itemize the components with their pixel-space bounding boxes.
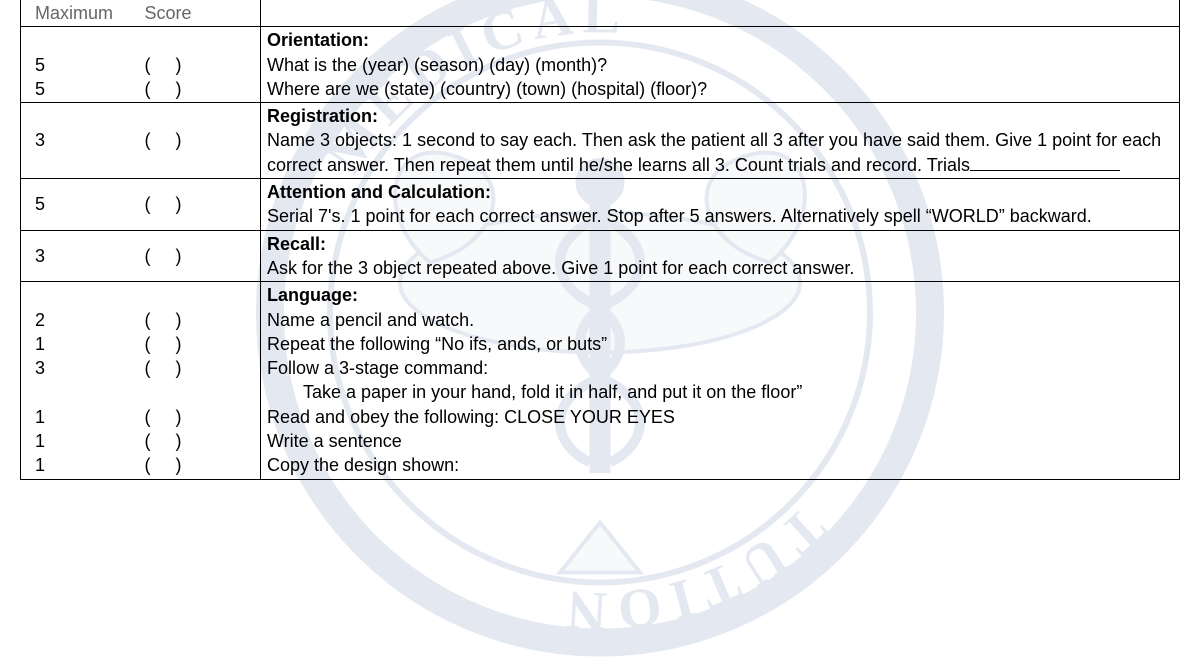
task-subdescription: Take a paper in your hand, fold it in ha…: [267, 380, 1173, 404]
section-title: Recall:: [267, 232, 1173, 256]
score-parentheses[interactable]: ( ): [145, 192, 255, 216]
mmse-table: MaximumScore 55 ( )( )Orientation:What i…: [20, 0, 1180, 480]
task-description: What is the (year) (season) (day) (month…: [267, 53, 1173, 77]
score-blank-cell: ( )( ): [141, 27, 261, 103]
score-blank-cell: ( ): [141, 230, 261, 282]
max-score-value: 5: [35, 77, 135, 101]
svg-text:TUTION: TUTION: [557, 495, 838, 642]
max-score-value: 1: [35, 405, 135, 429]
section-row: 213 111 ( )( )( ) ( )( )( )Language:Name…: [21, 282, 1180, 479]
header-maximum: Maximum: [21, 0, 141, 27]
description-cell: Language:Name a pencil and watch.Repeat …: [261, 282, 1180, 479]
task-description: Ask for the 3 object repeated above. Giv…: [267, 256, 1173, 280]
task-description: Repeat the following “No ifs, ands, or b…: [267, 332, 1173, 356]
max-score-value: 5: [35, 192, 135, 216]
score-blank-cell: ( ): [141, 103, 261, 179]
max-score-value: 5: [35, 53, 135, 77]
section-title: Registration:: [267, 104, 1173, 128]
task-description: Copy the design shown:: [267, 453, 1173, 477]
score-parentheses[interactable]: ( ): [145, 332, 255, 356]
header-row-fragment: MaximumScore: [21, 0, 1180, 27]
task-description: Read and obey the following: CLOSE YOUR …: [267, 405, 1173, 429]
max-score-cell: 3: [21, 230, 141, 282]
score-parentheses[interactable]: ( ): [145, 53, 255, 77]
max-score-value: 3: [35, 128, 135, 152]
score-parentheses[interactable]: ( ): [145, 128, 255, 152]
task-description: Serial 7's. 1 point for each correct ans…: [267, 204, 1173, 228]
task-description: Write a sentence: [267, 429, 1173, 453]
description-cell: Orientation:What is the (year) (season) …: [261, 27, 1180, 103]
max-score-cell: 5: [21, 179, 141, 231]
max-score-cell: 213 111: [21, 282, 141, 479]
max-score-value: 1: [35, 453, 135, 477]
score-parentheses[interactable]: ( ): [145, 356, 255, 380]
mmse-table-wrap: MaximumScore 55 ( )( )Orientation:What i…: [0, 0, 1200, 480]
max-score-cell: 55: [21, 27, 141, 103]
task-description: Follow a 3-stage command:: [267, 356, 1173, 380]
score-parentheses[interactable]: ( ): [145, 453, 255, 477]
description-cell: Attention and Calculation:Serial 7's. 1 …: [261, 179, 1180, 231]
max-score-value: 1: [35, 332, 135, 356]
section-row: 3( )Registration:Name 3 objects: 1 secon…: [21, 103, 1180, 179]
trials-blank-line[interactable]: [970, 153, 1120, 171]
section-title: Orientation:: [267, 28, 1173, 52]
task-description: Name a pencil and watch.: [267, 308, 1173, 332]
score-blank-cell: ( )( )( ) ( )( )( ): [141, 282, 261, 479]
score-parentheses[interactable]: ( ): [145, 244, 255, 268]
score-parentheses[interactable]: ( ): [145, 405, 255, 429]
max-score-cell: 3: [21, 103, 141, 179]
description-cell: Recall:Ask for the 3 object repeated abo…: [261, 230, 1180, 282]
task-description: Where are we (state) (country) (town) (h…: [267, 77, 1173, 101]
score-parentheses[interactable]: ( ): [145, 77, 255, 101]
header-score: Score: [141, 0, 261, 27]
section-row: 3( )Recall:Ask for the 3 object repeated…: [21, 230, 1180, 282]
header-desc-blank: [261, 0, 1180, 27]
score-parentheses[interactable]: ( ): [145, 429, 255, 453]
section-row: 5( )Attention and Calculation:Serial 7's…: [21, 179, 1180, 231]
section-title: Attention and Calculation:: [267, 180, 1173, 204]
section-row: 55 ( )( )Orientation:What is the (year) …: [21, 27, 1180, 103]
max-score-value: 2: [35, 308, 135, 332]
score-blank-cell: ( ): [141, 179, 261, 231]
max-score-value: 3: [35, 356, 135, 380]
max-score-value: 3: [35, 244, 135, 268]
description-cell: Registration:Name 3 objects: 1 second to…: [261, 103, 1180, 179]
max-score-value: 1: [35, 429, 135, 453]
score-parentheses[interactable]: ( ): [145, 308, 255, 332]
task-description: Name 3 objects: 1 second to say each. Th…: [267, 128, 1173, 177]
section-title: Language:: [267, 283, 1173, 307]
